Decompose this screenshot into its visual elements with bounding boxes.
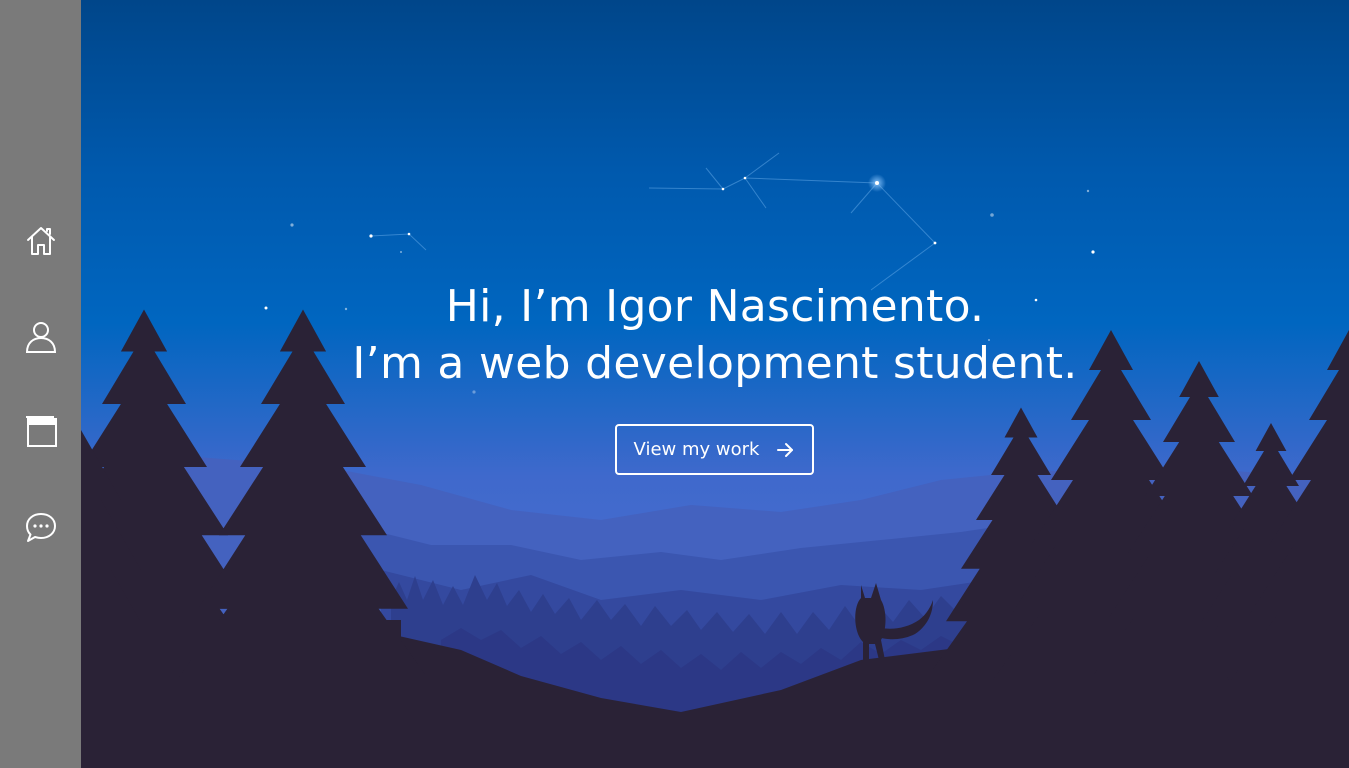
- nav-home[interactable]: [20, 220, 62, 262]
- hero-headline: Hi, I’m Igor Nascimento. I’m a web devel…: [81, 278, 1349, 392]
- view-my-work-label: View my work: [633, 439, 760, 460]
- nav-about[interactable]: [20, 315, 62, 357]
- arrow-right-icon: [777, 442, 794, 457]
- headline-line-1: Hi, I’m Igor Nascimento.: [445, 281, 985, 332]
- nav-portfolio[interactable]: [20, 411, 62, 453]
- chat-icon: [26, 513, 56, 542]
- nav-contact[interactable]: [20, 506, 62, 548]
- window-icon: [26, 416, 57, 447]
- view-my-work-button[interactable]: View my work: [615, 424, 814, 475]
- home-icon: [27, 227, 55, 255]
- hero-section: Hi, I’m Igor Nascimento. I’m a web devel…: [81, 0, 1349, 768]
- headline-line-2: I’m a web development student.: [352, 338, 1078, 389]
- sidebar-nav: [0, 0, 81, 768]
- user-icon: [25, 322, 57, 353]
